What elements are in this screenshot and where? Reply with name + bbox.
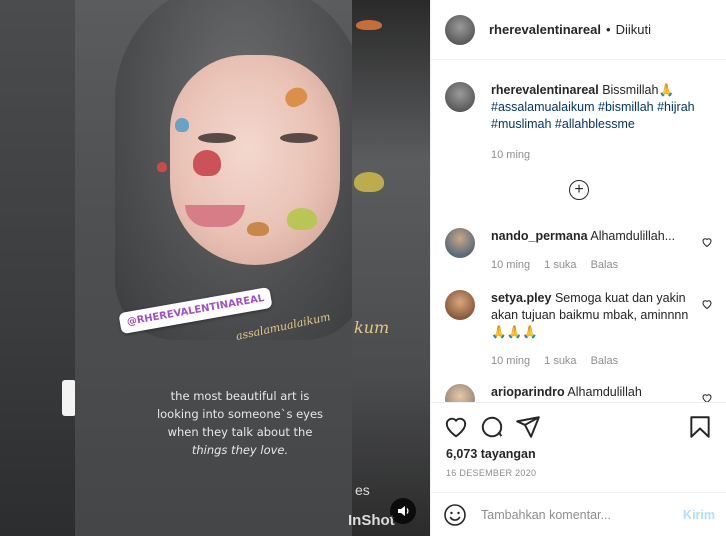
avatar[interactable]: [445, 290, 475, 320]
comment-text: Alhamdulillah...: [590, 229, 676, 243]
caption-text: Bissmillah🙏: [602, 83, 675, 97]
frame-edge: [62, 380, 76, 416]
watermark-fragment: es: [355, 482, 370, 498]
load-more-comments-button[interactable]: +: [569, 180, 589, 200]
sound-toggle-button[interactable]: [390, 498, 416, 524]
quote-text: the most beautiful art is looking into s…: [150, 387, 330, 459]
video-frame-left: [0, 0, 75, 536]
separator-dot: •: [606, 22, 611, 37]
video-frame-right: kum: [352, 0, 430, 536]
comment-username[interactable]: setya.pley: [491, 291, 551, 305]
butterfly-sticker: [157, 162, 167, 172]
eye-right: [280, 133, 318, 143]
comment-item: arioparindro Alhamdulillah: [445, 384, 717, 402]
quote-line: when they talk about the: [167, 425, 313, 439]
quote-line: looking into someone`s eyes: [156, 407, 324, 421]
heart-icon[interactable]: [701, 298, 713, 310]
speaker-icon: [398, 506, 409, 516]
action-row: [443, 414, 541, 440]
butterfly-sticker: [356, 20, 382, 30]
post-date[interactable]: 16 DESEMBER 2020: [446, 468, 536, 478]
emoji-icon[interactable]: [443, 503, 467, 527]
butterfly-sticker: [247, 222, 269, 236]
caption-username[interactable]: rherevalentinareal: [491, 83, 599, 97]
bookmark-icon: [690, 416, 710, 438]
comment-time[interactable]: 10 ming: [491, 257, 530, 274]
comment-body: nando_permana Alhamdulillah... 10 ming 1…: [491, 228, 691, 274]
butterfly-sticker: [287, 208, 317, 230]
watermark: InShot: [348, 512, 395, 529]
eye-left: [198, 133, 236, 143]
like-heart-icon[interactable]: [443, 414, 469, 440]
comment-body: arioparindro Alhamdulillah: [491, 384, 691, 402]
plus-circle-icon: +: [574, 181, 584, 198]
quote-line: things they love.: [191, 443, 289, 457]
butterfly-sticker: [193, 150, 221, 176]
reply-button[interactable]: Balas: [591, 353, 619, 370]
post-details-panel: rherevalentinareal • Diikuti rherevalent…: [430, 0, 726, 536]
heart-icon[interactable]: [701, 392, 713, 402]
caption-time[interactable]: 10 ming: [491, 147, 711, 164]
avatar[interactable]: [445, 82, 475, 112]
post-actions: 6,073 tayangan 16 DESEMBER 2020: [431, 402, 726, 492]
comments-list[interactable]: rherevalentinareal Bissmillah🙏 #assalamu…: [431, 60, 726, 402]
reply-button[interactable]: Balas: [591, 257, 619, 274]
avatar[interactable]: [445, 14, 475, 45]
heart-icon[interactable]: [701, 236, 713, 248]
hashtag-link[interactable]: #muslimah: [491, 117, 551, 131]
avatar[interactable]: [445, 384, 475, 402]
caption: rherevalentinareal Bissmillah🙏 #assalamu…: [445, 82, 711, 164]
comment-text: Alhamdulillah: [567, 385, 642, 399]
comment-likes[interactable]: 1 suka: [544, 353, 576, 370]
avatar[interactable]: [445, 228, 475, 258]
header-username[interactable]: rherevalentinareal: [489, 22, 601, 37]
quote-line: the most beautiful art is: [170, 389, 310, 403]
comment-likes[interactable]: 1 suka: [544, 257, 576, 274]
hashtag-link[interactable]: #allahblessme: [555, 117, 635, 131]
hashtag-link[interactable]: #assalamualaikum: [491, 100, 595, 114]
post-media[interactable]: @RHEREVALENTINAREAL assalamualaikum the …: [0, 0, 430, 536]
comment-username[interactable]: arioparindro: [491, 385, 565, 399]
greeting-fragment: kum: [354, 318, 390, 337]
view-count[interactable]: 6,073 tayangan: [446, 447, 536, 461]
comment-input[interactable]: [481, 507, 671, 522]
caption-body: rherevalentinareal Bissmillah🙏 #assalamu…: [491, 82, 711, 164]
butterfly-sticker: [175, 118, 189, 132]
comment-item: nando_permana Alhamdulillah... 10 ming 1…: [445, 228, 717, 274]
hashtag-link[interactable]: #hijrah: [657, 100, 695, 114]
video-frame-center: @RHEREVALENTINAREAL assalamualaikum the …: [75, 0, 352, 536]
share-send-icon[interactable]: [515, 414, 541, 440]
post-header: rherevalentinareal • Diikuti: [431, 0, 726, 60]
comment-time[interactable]: 10 ming: [491, 353, 530, 370]
comment-composer: Kirim: [431, 492, 726, 536]
send-comment-button[interactable]: Kirim: [683, 508, 715, 522]
comment-body: setya.pley Semoga kuat dan yakin akan tu…: [491, 290, 691, 370]
save-button[interactable]: [687, 414, 713, 440]
comment-item: setya.pley Semoga kuat dan yakin akan tu…: [445, 290, 717, 370]
follow-status-button[interactable]: Diikuti: [616, 22, 651, 37]
comment-bubble-icon[interactable]: [479, 414, 505, 440]
hashtag-link[interactable]: #bismillah: [598, 100, 654, 114]
butterfly-sticker: [354, 172, 384, 192]
comment-username[interactable]: nando_permana: [491, 229, 588, 243]
